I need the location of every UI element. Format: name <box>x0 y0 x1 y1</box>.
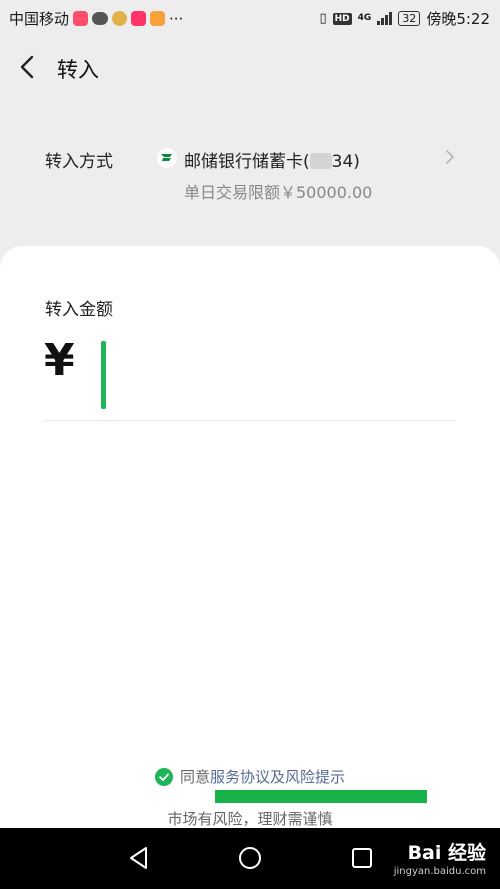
transfer-method-row[interactable]: 转入方式 邮储银行储蓄卡( 34) 单日交易限额￥50000.00 <box>0 138 500 208</box>
amount-label: 转入金额 <box>45 300 113 320</box>
card-tail: 34) <box>331 152 360 172</box>
status-bar: 中国移动 ··· ▯ HD 4G 32 傍晚5:22 <box>0 0 500 34</box>
carrier-label: 中国移动 <box>9 10 70 28</box>
video-app-icon <box>131 11 147 26</box>
amount-card: 转入金额 ¥ 同意服务协议及风险提示 市场有风险，理财需谨慎 <box>0 246 500 846</box>
status-right: ▯ HD 4G 32 傍晚5:22 <box>319 8 490 29</box>
page-title: 转入 <box>57 58 99 82</box>
clock: 傍晚5:22 <box>426 10 490 28</box>
highlight-annotation <box>215 790 427 803</box>
system-nav-bar: Bai 经验 jingyan.baidu.com <box>0 828 500 889</box>
more-notifications: ··· <box>169 9 184 28</box>
bank-name: 邮储银行储蓄卡( 34) <box>184 147 360 172</box>
hd-icon: HD <box>332 12 352 25</box>
agree-prefix: 同意 <box>179 768 210 786</box>
daily-limit: 单日交易限额￥50000.00 <box>184 183 373 202</box>
text-caret <box>101 341 106 409</box>
vibrate-icon: ▯ <box>319 11 327 26</box>
battery-icon: 32 <box>398 11 421 26</box>
check-circle-icon[interactable] <box>154 767 173 786</box>
currency-symbol: ¥ <box>44 335 75 386</box>
bank-name-text: 邮储银行储蓄卡( <box>184 152 310 172</box>
nav-home-icon[interactable] <box>237 845 263 871</box>
risk-note: 市场有风险，理财需谨慎 <box>167 810 333 828</box>
signal-icon <box>377 12 393 25</box>
baidu-watermark: Bai 经验 <box>407 842 486 864</box>
agreement-row: 同意服务协议及风险提示 <box>0 766 500 790</box>
transfer-method-label: 转入方式 <box>45 152 113 172</box>
nav-header: 转入 <box>0 34 500 102</box>
chevron-right-icon <box>446 150 454 164</box>
back-button[interactable] <box>14 52 44 82</box>
masked-card-number <box>309 153 332 169</box>
baidu-watermark-url: jingyan.baidu.com <box>393 866 486 877</box>
network-type: 4G <box>357 13 372 23</box>
nav-back-icon[interactable] <box>126 845 152 871</box>
map-pin-icon <box>112 11 128 26</box>
chevron-left-icon <box>20 55 34 79</box>
agreement-link[interactable]: 服务协议及风险提示 <box>210 768 345 786</box>
amount-input[interactable] <box>96 335 456 409</box>
postal-bank-logo-icon <box>157 148 177 168</box>
divider <box>44 420 456 421</box>
app-notification-icon <box>73 11 89 26</box>
message-icon <box>92 12 109 25</box>
nav-recents-icon[interactable] <box>349 845 375 871</box>
status-left: 中国移动 ··· <box>9 8 183 29</box>
kuaishou-icon <box>150 11 166 26</box>
